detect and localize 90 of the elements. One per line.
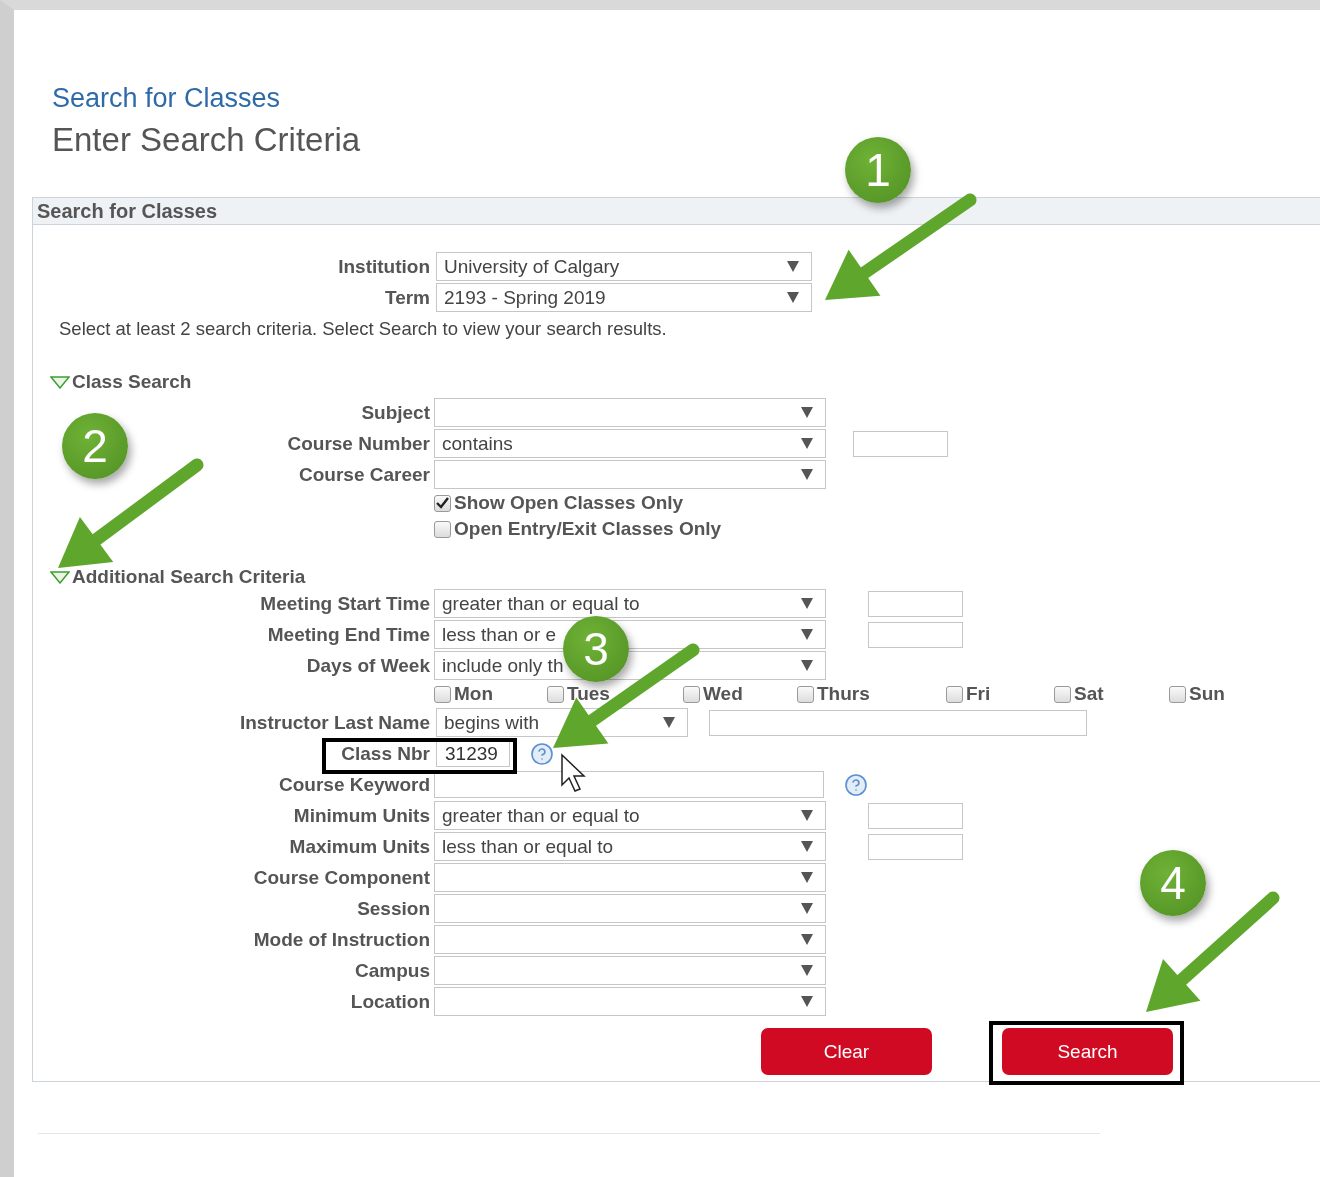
dropdown-arrow-icon bbox=[801, 996, 813, 1007]
field-label: Course Keyword bbox=[279, 773, 430, 796]
checkbox[interactable] bbox=[547, 685, 564, 703]
dropdown-select[interactable]: greater than or equal to bbox=[434, 801, 826, 830]
checkbox-label: Wed bbox=[703, 683, 743, 705]
mouse-pointer-icon bbox=[561, 753, 586, 792]
help-icon[interactable] bbox=[530, 741, 554, 766]
dropdown-arrow-icon bbox=[801, 841, 813, 852]
expand-triangle-icon[interactable] bbox=[50, 375, 70, 389]
dropdown-arrow-icon bbox=[801, 872, 813, 883]
instructions-text: Select at least 2 search criteria. Select Search to view your search results. bbox=[58, 317, 668, 341]
dropdown-arrow-icon bbox=[801, 934, 813, 945]
dropdown-arrow-icon bbox=[663, 717, 675, 728]
step-number-badge: 2 bbox=[62, 413, 128, 479]
dropdown-select[interactable] bbox=[434, 987, 826, 1016]
dropdown-select[interactable]: University of Calgary bbox=[436, 252, 812, 281]
checkbox[interactable] bbox=[797, 685, 814, 703]
step-number-badge: 4 bbox=[1140, 850, 1206, 916]
dropdown-arrow-icon bbox=[801, 965, 813, 976]
page-title: Enter Search Criteria bbox=[52, 120, 362, 160]
field-label: Subject bbox=[361, 401, 430, 424]
expand-triangle-icon[interactable] bbox=[50, 570, 70, 584]
checkbox-label: Tues bbox=[567, 683, 610, 705]
field-label: Class Nbr bbox=[341, 742, 430, 765]
field-label: Days of Week bbox=[306, 654, 430, 677]
dropdown-arrow-icon bbox=[801, 469, 813, 480]
field-label: Instructor Last Name bbox=[239, 711, 430, 734]
field-label: Session bbox=[357, 897, 430, 920]
field-label: Meeting End Time bbox=[267, 623, 430, 646]
field-label: Course Career bbox=[299, 463, 430, 486]
dropdown-arrow-icon bbox=[801, 810, 813, 821]
input-field[interactable]: 31239 bbox=[436, 740, 510, 767]
dropdown-arrow-icon bbox=[801, 407, 813, 418]
input-field[interactable] bbox=[853, 430, 948, 457]
checkbox[interactable] bbox=[434, 685, 451, 703]
checkbox-label: Show Open Classes Only bbox=[454, 492, 684, 514]
field-label: Maximum Units bbox=[289, 835, 430, 858]
field-label: Mode of Instruction bbox=[253, 928, 430, 951]
field-label: Term bbox=[384, 286, 430, 309]
clear-button[interactable]: Clear bbox=[761, 1028, 932, 1075]
dropdown-select[interactable]: contains bbox=[434, 429, 826, 458]
input-field[interactable] bbox=[868, 802, 963, 829]
input-field[interactable] bbox=[709, 709, 1087, 736]
dropdown-select[interactable] bbox=[434, 460, 826, 489]
dropdown-select[interactable]: 2193 - Spring 2019 bbox=[436, 283, 812, 312]
breadcrumb-link[interactable]: Search for Classes bbox=[52, 82, 1320, 114]
checkbox-label: Mon bbox=[454, 683, 494, 705]
checkbox-label: Thurs bbox=[817, 683, 870, 705]
checkbox[interactable] bbox=[683, 685, 700, 703]
field-label: Institution bbox=[338, 255, 430, 278]
checkbox[interactable] bbox=[434, 494, 451, 512]
input-field[interactable] bbox=[868, 833, 963, 860]
checkbox[interactable] bbox=[434, 520, 451, 538]
panel-title: Search for Classes bbox=[33, 198, 1320, 225]
section-title[interactable]: Additional Search Criteria bbox=[72, 566, 306, 588]
section-title[interactable]: Class Search bbox=[72, 371, 192, 393]
field-label: Location bbox=[350, 990, 430, 1013]
dropdown-arrow-icon bbox=[801, 660, 813, 671]
dropdown-arrow-icon bbox=[801, 629, 813, 640]
dropdown-arrow-icon bbox=[801, 598, 813, 609]
dropdown-select[interactable]: greater than or equal to bbox=[434, 589, 826, 618]
field-label: Course Component bbox=[253, 866, 430, 889]
checkbox-label: Sat bbox=[1074, 683, 1104, 705]
dropdown-select[interactable] bbox=[434, 894, 826, 923]
checkbox[interactable] bbox=[1054, 685, 1071, 703]
dropdown-select[interactable] bbox=[434, 863, 826, 892]
dropdown-arrow-icon bbox=[787, 292, 799, 303]
dropdown-arrow-icon bbox=[801, 903, 813, 914]
checkbox[interactable] bbox=[1169, 685, 1186, 703]
dropdown-select[interactable]: less than or equal to bbox=[434, 832, 826, 861]
checkmark-icon bbox=[436, 497, 449, 509]
field-label: Meeting Start Time bbox=[260, 592, 430, 615]
search-button[interactable]: Search bbox=[1002, 1028, 1173, 1075]
input-field[interactable] bbox=[868, 590, 963, 617]
help-icon[interactable] bbox=[844, 772, 868, 797]
checkbox-label: Open Entry/Exit Classes Only bbox=[454, 518, 722, 540]
input-field[interactable] bbox=[868, 621, 963, 648]
checkbox-label: Fri bbox=[966, 683, 991, 705]
dropdown-select[interactable] bbox=[434, 925, 826, 954]
dropdown-select[interactable] bbox=[434, 956, 826, 985]
field-label: Campus bbox=[355, 959, 430, 982]
dropdown-arrow-icon bbox=[787, 261, 799, 272]
field-label: Course Number bbox=[287, 432, 430, 455]
input-field[interactable] bbox=[434, 771, 824, 798]
checkbox-label: Sun bbox=[1189, 683, 1225, 705]
dropdown-select[interactable] bbox=[434, 398, 826, 427]
field-label: Minimum Units bbox=[293, 804, 430, 827]
checkbox[interactable] bbox=[946, 685, 963, 703]
step-number-badge: 1 bbox=[845, 137, 911, 203]
dropdown-arrow-icon bbox=[801, 438, 813, 449]
